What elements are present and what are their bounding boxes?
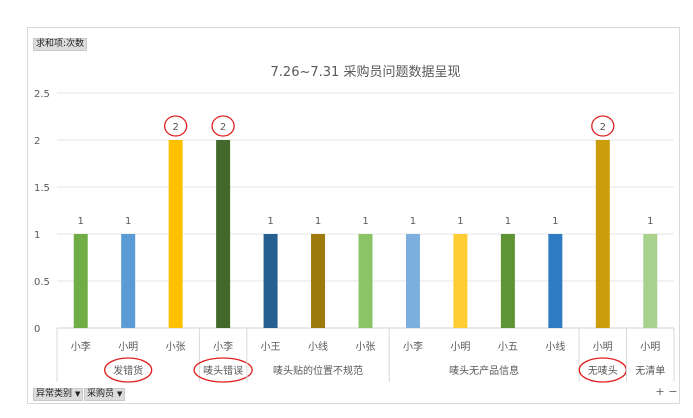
data-label: 1 — [78, 216, 84, 227]
y-tick-label: 2 — [34, 136, 40, 147]
y-tick-label: 0.5 — [34, 277, 50, 288]
bar — [263, 234, 278, 328]
bar — [500, 234, 515, 328]
group-label: 唛头无产品信息 — [449, 364, 519, 377]
bar-chart: 7.26~7.31 采购员问题数据呈现 0 0.5 1 1.5 2 2.5 1 小李 1 小明 2 小张… — [34, 64, 675, 383]
chart-title: 7.26~7.31 采购员问题数据呈现 — [271, 64, 461, 80]
bar — [73, 234, 88, 328]
data-label: 1 — [315, 216, 321, 227]
x-tick-label: 小明 — [118, 341, 138, 353]
group-label: 无唛头 — [588, 365, 618, 377]
data-label: 2 — [600, 122, 606, 133]
x-tick-label: 小五 — [498, 341, 518, 353]
bar — [358, 234, 373, 328]
bar — [595, 140, 610, 328]
bar — [643, 234, 658, 328]
x-tick-label: 小线 — [545, 340, 565, 353]
bar — [311, 234, 326, 328]
x-tick-label: 小明 — [593, 341, 613, 353]
bar — [168, 140, 183, 328]
x-tick-label: 小李 — [71, 340, 91, 353]
data-label: 1 — [552, 216, 558, 227]
group-label: 唛头贴的位置不规范 — [273, 364, 363, 377]
x-tick-label: 小明 — [640, 341, 660, 353]
x-tick-label: 小明 — [450, 341, 470, 353]
data-label: 1 — [125, 216, 131, 227]
x-tick-label: 小王 — [261, 341, 281, 353]
data-label: 1 — [457, 216, 463, 227]
y-tick-label: 2.5 — [34, 89, 50, 100]
bar — [453, 234, 468, 328]
x-tick-label: 小线 — [308, 340, 328, 353]
bar — [548, 234, 563, 328]
y-tick-label: 0 — [34, 324, 40, 335]
group-label: 发错货 — [113, 364, 143, 377]
data-label: 1 — [267, 216, 273, 227]
x-tick-label: 小李 — [213, 340, 233, 353]
data-label: 1 — [505, 216, 511, 227]
x-tick-label: 小张 — [356, 341, 376, 353]
group-label: 唛头错误 — [203, 364, 243, 377]
bar — [121, 234, 136, 328]
y-tick-label: 1 — [34, 230, 40, 241]
data-label: 2 — [220, 122, 226, 133]
y-tick-label: 1.5 — [34, 183, 50, 194]
x-tick-label: 小张 — [166, 341, 186, 353]
group-label: 无清单 — [635, 364, 665, 377]
data-label: 1 — [410, 216, 416, 227]
data-label: 1 — [362, 216, 368, 227]
x-tick-label: 小李 — [403, 340, 423, 353]
bar — [405, 234, 420, 328]
bar — [216, 140, 231, 328]
data-label: 1 — [647, 216, 653, 227]
data-label: 2 — [172, 122, 178, 133]
